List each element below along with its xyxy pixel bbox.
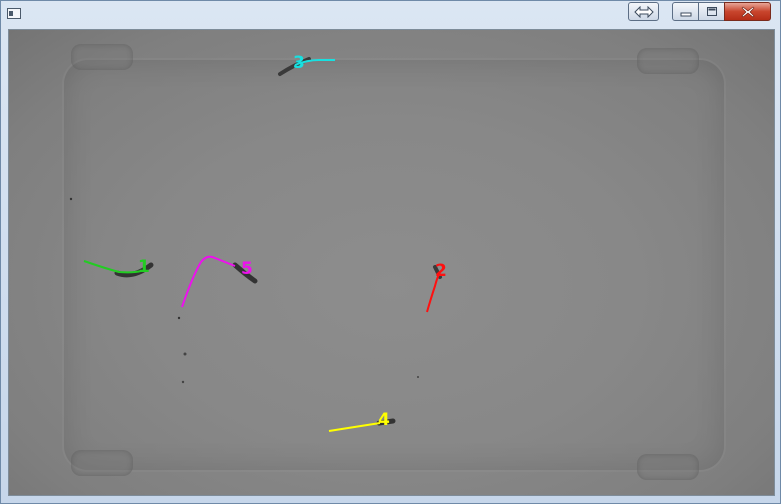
title-bar[interactable] [1, 1, 780, 27]
track-label-5: 5 [241, 259, 253, 279]
resize-button[interactable] [628, 2, 659, 21]
minimize-button[interactable] [672, 2, 699, 21]
app-window: 3 1 5 2 4 [0, 0, 781, 504]
track-label-4: 4 [378, 410, 390, 430]
close-button[interactable] [724, 2, 771, 21]
debris-speck [181, 380, 185, 384]
debris-speck [183, 352, 187, 356]
window-menu-icon[interactable] [7, 8, 21, 19]
track-label-1: 1 [138, 257, 150, 277]
track-path-5 [181, 255, 236, 308]
debris-speck [177, 316, 181, 320]
close-icon [741, 6, 754, 17]
video-frame[interactable]: 3 1 5 2 4 [8, 29, 775, 496]
double-arrow-icon [633, 5, 654, 18]
maximize-button[interactable] [698, 2, 725, 21]
tracking-overlay: 3 1 5 2 4 [69, 53, 447, 432]
track-label-2: 2 [435, 261, 447, 281]
track-label-3: 3 [293, 53, 305, 73]
minimize-icon [680, 12, 691, 16]
track-path-4 [328, 422, 381, 432]
track-path-1 [83, 260, 142, 274]
debris-speck [69, 197, 73, 201]
debris-speck [417, 376, 419, 378]
maximize-icon [706, 7, 717, 16]
